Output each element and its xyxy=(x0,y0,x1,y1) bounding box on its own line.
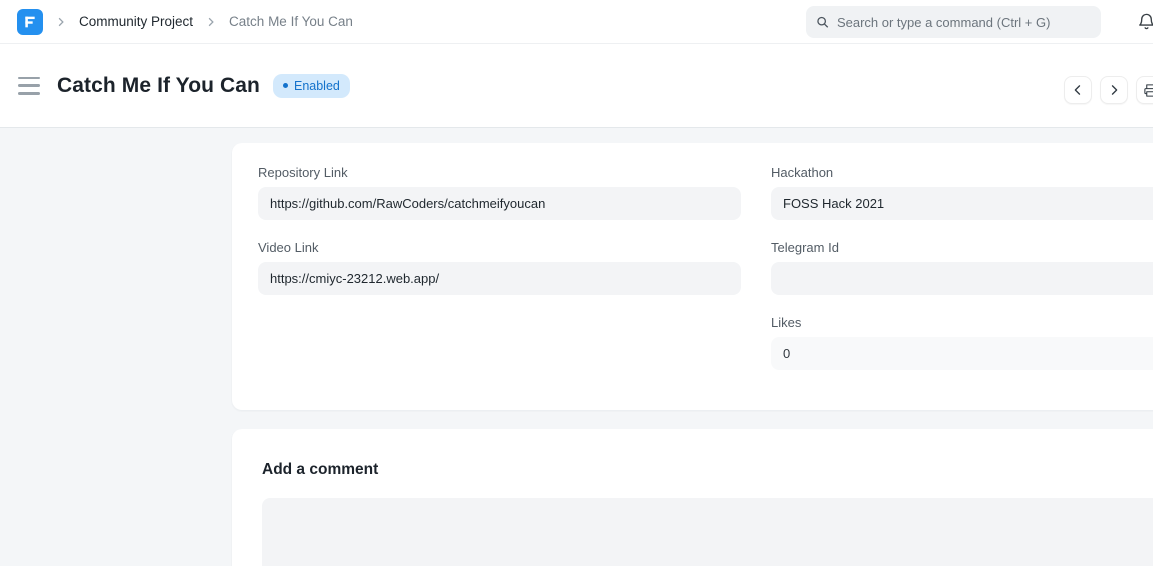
chevron-right-icon xyxy=(1108,84,1120,96)
field-video-link: Video Link xyxy=(258,240,741,295)
repository-link-label: Repository Link xyxy=(258,165,741,180)
video-link-label: Video Link xyxy=(258,240,741,255)
chevron-left-icon xyxy=(1072,84,1084,96)
frappe-logo-icon[interactable] xyxy=(17,9,43,35)
status-badge-label: Enabled xyxy=(294,79,340,93)
field-likes: Likes xyxy=(771,315,1153,370)
global-search[interactable] xyxy=(806,6,1101,38)
status-badge: Enabled xyxy=(273,74,350,98)
print-button[interactable] xyxy=(1136,76,1153,104)
hackathon-input[interactable] xyxy=(771,187,1153,220)
repository-link-input[interactable] xyxy=(258,187,741,220)
page-title: Catch Me If You Can xyxy=(57,74,260,98)
hamburger-menu-icon[interactable] xyxy=(18,77,40,95)
main-content: Repository Link Video Link Hackathon Tel… xyxy=(0,128,1153,566)
likes-label: Likes xyxy=(771,315,1153,330)
field-hackathon: Hackathon xyxy=(771,165,1153,220)
status-dot-icon xyxy=(283,83,288,88)
add-comment-heading: Add a comment xyxy=(262,461,1153,479)
field-repository-link: Repository Link xyxy=(258,165,741,220)
bell-icon xyxy=(1137,12,1153,31)
comment-section-card: Add a comment xyxy=(232,429,1153,566)
form-grid: Repository Link Video Link Hackathon Tel… xyxy=(258,165,1153,390)
chevron-right-icon xyxy=(56,17,66,27)
frappe-f-glyph xyxy=(22,14,38,30)
page-header: Catch Me If You Can Enabled xyxy=(0,44,1153,128)
form-column-left: Repository Link Video Link xyxy=(258,165,741,390)
chevron-right-icon xyxy=(206,17,216,27)
header-actions xyxy=(1064,76,1153,104)
breadcrumb-current-doc: Catch Me If You Can xyxy=(229,14,353,29)
form-column-right: Hackathon Telegram Id Likes xyxy=(771,165,1153,390)
field-telegram-id: Telegram Id xyxy=(771,240,1153,295)
likes-input xyxy=(771,337,1153,370)
search-icon xyxy=(816,15,829,29)
next-document-button[interactable] xyxy=(1100,76,1128,104)
previous-document-button[interactable] xyxy=(1064,76,1092,104)
printer-icon xyxy=(1143,83,1153,98)
notifications-button[interactable] xyxy=(1133,10,1153,36)
telegram-id-label: Telegram Id xyxy=(771,240,1153,255)
comment-input[interactable] xyxy=(262,498,1153,566)
breadcrumb-community-project[interactable]: Community Project xyxy=(79,14,193,29)
video-link-input[interactable] xyxy=(258,262,741,295)
top-navbar: Community Project Catch Me If You Can xyxy=(0,0,1153,44)
telegram-id-input[interactable] xyxy=(771,262,1153,295)
form-section-card: Repository Link Video Link Hackathon Tel… xyxy=(232,143,1153,410)
hackathon-label: Hackathon xyxy=(771,165,1153,180)
search-input[interactable] xyxy=(837,15,1091,30)
